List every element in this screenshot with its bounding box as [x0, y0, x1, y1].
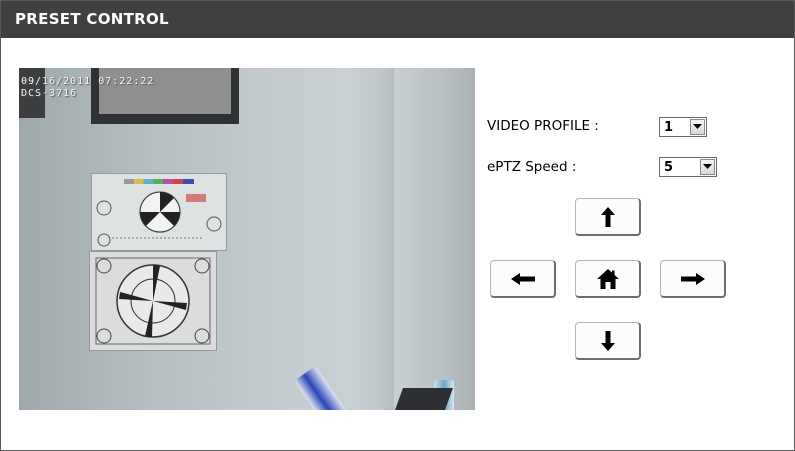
video-profile-label: VIDEO PROFILE :: [487, 118, 599, 134]
pan-up-button[interactable]: [575, 198, 641, 236]
arrow-up-icon: [600, 206, 615, 227]
pan-left-button[interactable]: [490, 260, 556, 298]
test-chart: [89, 251, 217, 351]
panel-header: PRESET CONTROL: [1, 1, 794, 38]
video-profile-value: 1: [664, 119, 674, 135]
home-button[interactable]: [575, 260, 641, 298]
test-chart: [91, 173, 227, 251]
eptz-speed-select[interactable]: 5: [659, 157, 717, 177]
arrow-right-icon: [680, 272, 705, 285]
home-icon: [596, 268, 619, 289]
camera-model: DCS-3716: [21, 88, 78, 99]
panel-title: PRESET CONTROL: [15, 10, 169, 28]
arrow-down-icon: [600, 330, 615, 351]
live-video-view: 09/16/2011 07:22:22 DCS-3716: [19, 68, 475, 410]
dropdown-arrow-icon[interactable]: [700, 159, 715, 175]
arrow-left-icon: [510, 272, 535, 285]
video-timestamp: 09/16/2011 07:22:22: [21, 76, 155, 87]
dropdown-arrow-icon[interactable]: [690, 119, 705, 135]
eptz-speed-label: ePTZ Speed :: [487, 159, 577, 175]
preset-control-panel: PRESET CONTROL 09/16/2011 07:22:22 DCS-3…: [0, 0, 795, 451]
bottle: [294, 365, 350, 410]
pan-down-button[interactable]: [575, 322, 641, 360]
pan-right-button[interactable]: [660, 260, 726, 298]
eptz-speed-value: 5: [664, 159, 674, 175]
video-profile-select[interactable]: 1: [659, 117, 707, 137]
